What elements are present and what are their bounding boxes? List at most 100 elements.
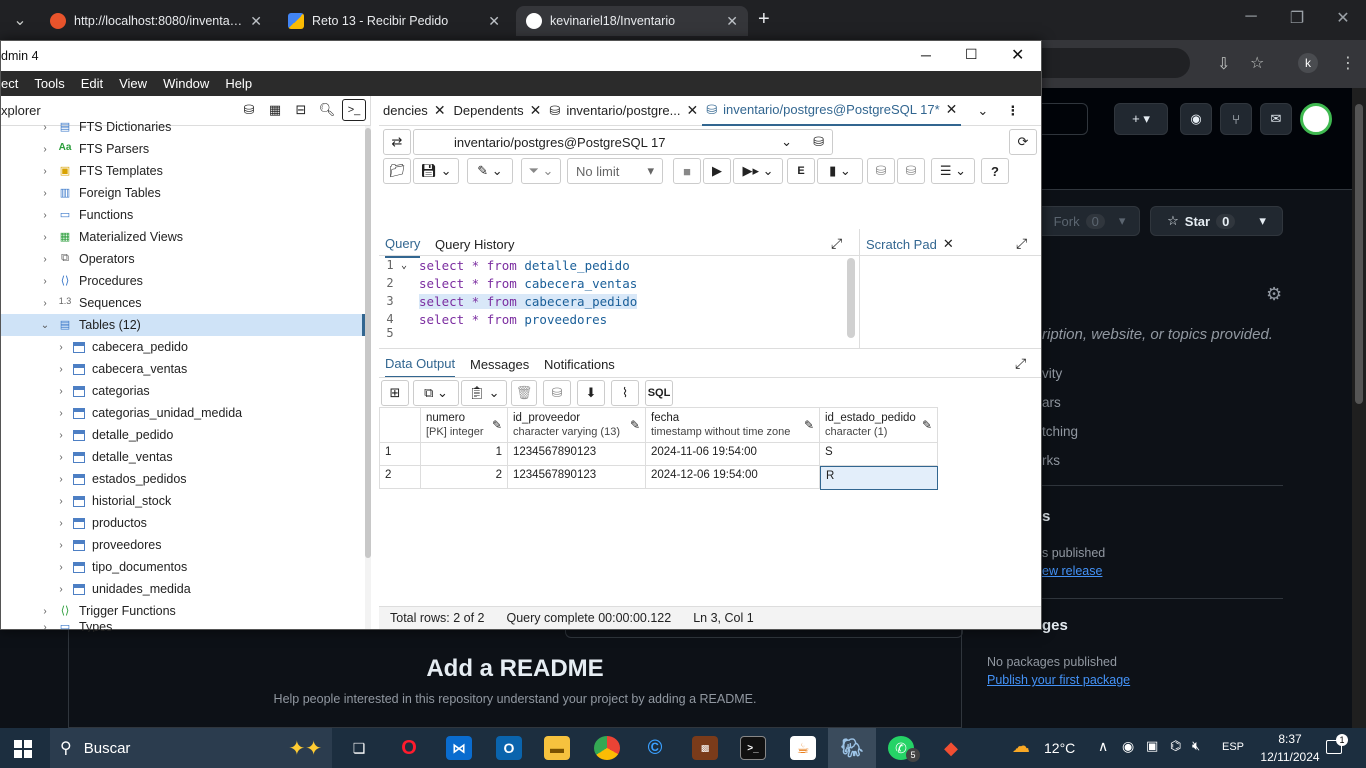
menu-edit[interactable]: Edit	[81, 76, 103, 91]
chevron-right-icon[interactable]: ›	[39, 232, 51, 243]
column-header[interactable]: id_proveedor character varying (13) ✎	[508, 407, 646, 443]
tree-item[interactable]: › Aa FTS Parsers	[1, 138, 365, 160]
chevron-right-icon[interactable]: ›	[39, 166, 51, 177]
new-tab-button[interactable]: +	[758, 8, 770, 31]
chevron-right-icon[interactable]: ›	[39, 606, 51, 617]
side-item[interactable]: vity	[1042, 366, 1062, 381]
volume-muted-icon[interactable]: 🔇︎	[1192, 738, 1200, 754]
chevron-right-icon[interactable]: ›	[39, 254, 51, 265]
close-icon[interactable]: ✕	[250, 13, 262, 30]
edit-column-icon[interactable]: ✎	[630, 418, 640, 432]
grid-cell[interactable]: 2024-11-06 19:54:00	[646, 443, 820, 466]
tab-query[interactable]: Query	[385, 230, 421, 258]
stop-icon[interactable]: ■	[673, 158, 701, 184]
create-release-link[interactable]: ew release	[1042, 564, 1102, 578]
tray-camera-icon[interactable]: ▣	[1146, 738, 1158, 754]
tree-item-table[interactable]: › tipo_documentos	[1, 556, 365, 578]
grid-cell[interactable]: 1	[421, 443, 508, 466]
task-view-icon[interactable]: ❏	[346, 736, 372, 760]
database-icon[interactable]: ⛁	[813, 134, 824, 150]
tab-notifications[interactable]: Notifications	[544, 350, 615, 378]
tree-item-table[interactable]: › proveedores	[1, 534, 365, 556]
chevron-right-icon[interactable]: ›	[55, 540, 67, 551]
minimize-icon[interactable]: ─	[1236, 8, 1266, 26]
expand-icon[interactable]: ⤢	[1015, 355, 1026, 372]
fold-icon[interactable]: ⌄	[401, 260, 419, 271]
save-icon[interactable]: 💾︎ ⌄	[413, 158, 459, 184]
row-index[interactable]: 2	[379, 466, 421, 489]
tree-item[interactable]: › ▭ Types	[1, 622, 365, 632]
user-avatar[interactable]	[1300, 103, 1332, 135]
tab-query-1[interactable]: ⛁ inventario/postgre... ✕	[545, 96, 702, 126]
chevron-right-icon[interactable]: ›	[39, 122, 51, 133]
close-window-icon[interactable]: ✕	[1328, 8, 1358, 28]
chevron-right-icon[interactable]: ›	[55, 342, 67, 353]
publish-package-link[interactable]: Publish your first package	[987, 673, 1130, 687]
column-header[interactable]: numero [PK] integer ✎	[421, 407, 508, 443]
tree-item[interactable]: › ▤ FTS Dictionaries	[1, 116, 365, 138]
close-icon[interactable]: ✕	[434, 102, 446, 119]
tree-item-table[interactable]: › historial_stock	[1, 490, 365, 512]
side-item[interactable]: rks	[1042, 453, 1060, 468]
more-icon[interactable]: ⋮	[1006, 103, 1019, 119]
file-explorer-icon[interactable]: ▬	[544, 736, 570, 760]
chevron-right-icon[interactable]: ›	[55, 562, 67, 573]
c-app-icon[interactable]: ©	[642, 736, 668, 760]
sql-editor[interactable]: 1 ⌄ select * from detalle_pedido 2 select *…	[379, 256, 857, 348]
tree-item-table[interactable]: › productos	[1, 512, 365, 534]
menu-tools[interactable]: Tools	[34, 76, 64, 91]
chevron-right-icon[interactable]: ›	[39, 276, 51, 287]
tree-item[interactable]: › ⧉ Operators	[1, 248, 365, 270]
tab-data-output[interactable]: Data Output	[385, 350, 456, 378]
terminal-app-icon[interactable]: >_	[740, 736, 766, 760]
tab-search-icon[interactable]: ⌄	[10, 10, 30, 30]
chevron-right-icon[interactable]: ›	[39, 144, 51, 155]
close-icon[interactable]: ✕	[687, 102, 699, 119]
grid-cell[interactable]: 2	[421, 466, 508, 489]
inbox-icon[interactable]: ✉	[1260, 103, 1292, 135]
execute-script-icon[interactable]: ▶▸ ⌄	[733, 158, 783, 184]
vscode-icon[interactable]: ⋈	[446, 736, 472, 760]
close-icon[interactable]: ✕	[530, 102, 542, 119]
windows-start-icon[interactable]	[14, 740, 32, 758]
expand-icon[interactable]: ⤢	[831, 235, 842, 252]
tree-item[interactable]: › ▣ FTS Templates	[1, 160, 365, 182]
game-app-icon[interactable]: ▩	[692, 736, 718, 760]
star-button[interactable]: ☆ Star 0 ▾	[1150, 206, 1283, 236]
tree-item-table[interactable]: › estados_pedidos	[1, 468, 365, 490]
connection-status-icon[interactable]: ⇄	[383, 129, 411, 155]
edit-column-icon[interactable]: ✎	[492, 418, 502, 432]
tree-item-table[interactable]: › detalle_ventas	[1, 446, 365, 468]
chevron-right-icon[interactable]: ›	[39, 210, 51, 221]
close-icon[interactable]: ✕	[488, 13, 500, 30]
taskbar-search[interactable]: ⚲ Buscar ✦✦	[50, 728, 332, 768]
chevron-right-icon[interactable]: ›	[55, 386, 67, 397]
graph-icon[interactable]: ⌇	[611, 380, 639, 406]
close-icon[interactable]: ✕	[726, 13, 738, 30]
tree-item-table[interactable]: › cabecera_pedido	[1, 336, 365, 358]
sql-button[interactable]: SQL	[645, 380, 673, 406]
grid-cell[interactable]: 1234567890123	[508, 466, 646, 489]
pull-requests-icon[interactable]: ⑂	[1220, 103, 1252, 135]
scratch-pad[interactable]: Scratch Pad ✕ ⤢	[859, 229, 1041, 349]
side-item[interactable]: tching	[1042, 424, 1078, 439]
column-header[interactable]: id_estado_pedido character (1) ✎	[820, 407, 938, 443]
browser-tab-localhost[interactable]: http://localhost:8080/inventarios ✕	[40, 6, 272, 36]
minimize-icon[interactable]: ─	[921, 47, 931, 63]
chevron-right-icon[interactable]: ›	[55, 518, 67, 529]
tab-dependencies[interactable]: dencies ✕	[379, 96, 450, 126]
explain-icon[interactable]: E	[787, 158, 815, 184]
tree-item-table[interactable]: › cabecera_ventas	[1, 358, 365, 380]
tab-query-active[interactable]: ⛁ inventario/postgres@PostgreSQL 17* ✕	[702, 96, 962, 126]
close-window-icon[interactable]: ✕	[1011, 45, 1024, 65]
issues-icon[interactable]: ◉	[1180, 103, 1212, 135]
explain-analyze-icon[interactable]: ▮ ⌄	[817, 158, 863, 184]
side-item[interactable]: ars	[1042, 395, 1061, 410]
fork-button[interactable]: Fork 0 ▾	[1040, 206, 1140, 236]
browser-menu-icon[interactable]: ⋮	[1340, 53, 1356, 73]
chrome-icon[interactable]	[594, 736, 620, 760]
clock-time[interactable]: 8:37	[1270, 732, 1310, 746]
tree-item[interactable]: › ⟨⟩ Trigger Functions	[1, 600, 365, 622]
browser-tab-github[interactable]: kevinariel18/Inventario ✕	[516, 6, 748, 36]
row-index[interactable]: 1	[379, 443, 421, 466]
